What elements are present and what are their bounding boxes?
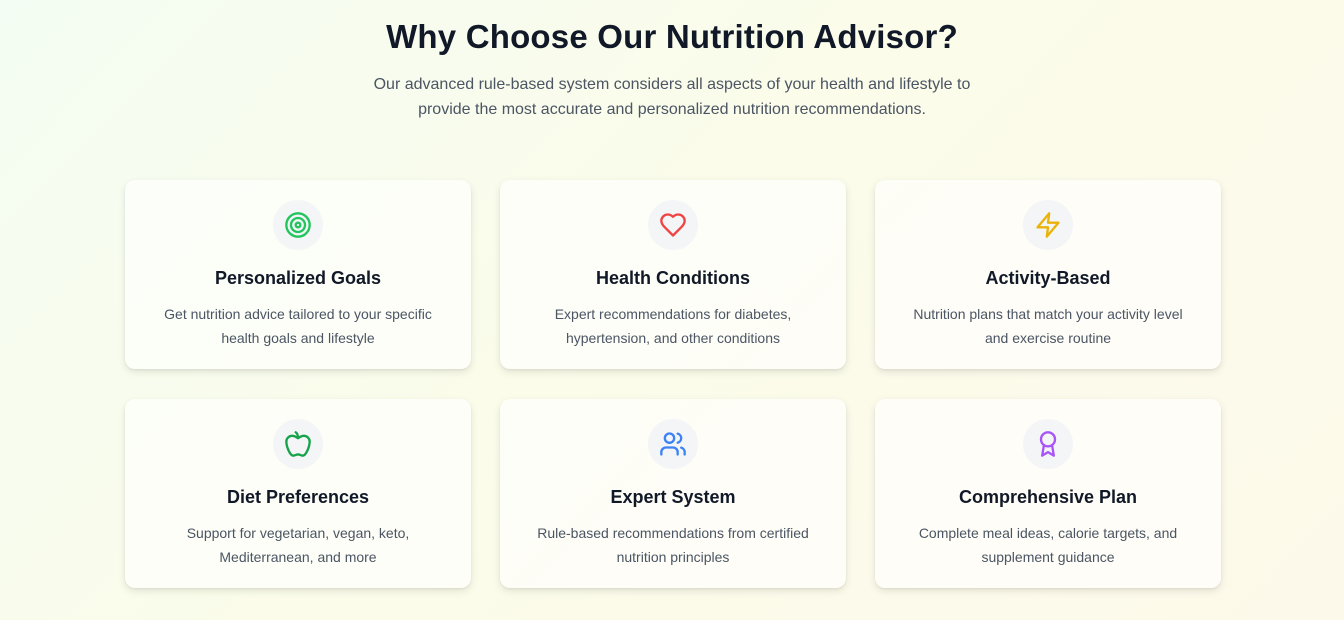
heart-icon (648, 200, 698, 250)
feature-title: Activity-Based (985, 268, 1111, 288)
feature-card-activity-based: Activity-Based Nutrition plans that matc… (875, 180, 1221, 369)
section-subtitle: Our advanced rule-based system considers… (373, 76, 971, 118)
lightning-icon (1023, 200, 1073, 250)
feature-title: Diet Preferences (226, 487, 370, 507)
feature-title: Health Conditions (596, 268, 750, 288)
feature-card-diet-preferences: Diet Preferences Support for vegetarian,… (125, 399, 471, 588)
feature-card-expert-system: Expert System Rule-based recommendations… (500, 399, 846, 588)
target-icon (273, 200, 323, 250)
feature-description: Expert recommendations for diabetes, hyp… (554, 306, 792, 346)
feature-description: Rule-based recommendations from certifie… (537, 525, 809, 565)
feature-description: Support for vegetarian, vegan, keto, Med… (186, 525, 410, 565)
feature-title: Comprehensive Plan (958, 487, 1138, 507)
section-title: Why Choose Our Nutrition Advisor? (386, 18, 958, 55)
feature-grid: Personalized Goals Get nutrition advice … (125, 180, 1221, 588)
feature-title: Personalized Goals (214, 268, 382, 288)
feature-description: Nutrition plans that match your activity… (913, 306, 1183, 346)
feature-title: Expert System (610, 487, 736, 507)
users-icon (648, 419, 698, 469)
feature-description: Complete meal ideas, calorie targets, an… (918, 525, 1178, 565)
feature-description: Get nutrition advice tailored to your sp… (164, 306, 432, 346)
feature-card-comprehensive-plan: Comprehensive Plan Complete meal ideas, … (875, 399, 1221, 588)
feature-card-health-conditions: Health Conditions Expert recommendations… (500, 180, 846, 369)
features-section: Why Choose Our Nutrition Advisor? Our ad… (0, 0, 1344, 620)
award-icon (1023, 419, 1073, 469)
apple-icon (273, 419, 323, 469)
feature-card-personalized-goals: Personalized Goals Get nutrition advice … (125, 180, 471, 369)
